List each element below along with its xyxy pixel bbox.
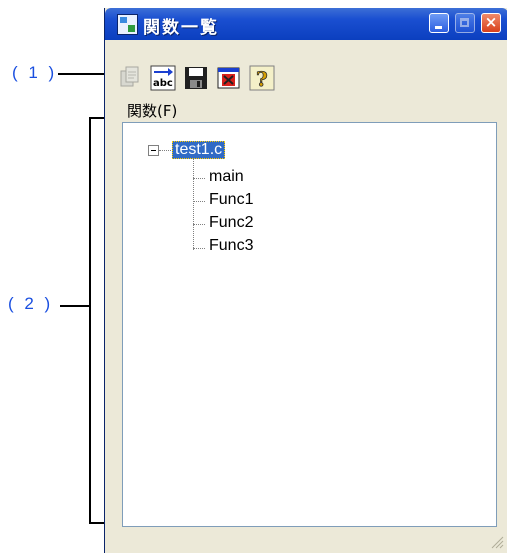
tree-connector <box>193 224 205 225</box>
tree-connector <box>193 158 194 250</box>
title-bar[interactable]: 関数一覧 × <box>105 8 507 40</box>
tree-connector <box>193 178 205 179</box>
function-list-app-icon <box>117 14 138 35</box>
callout-2-bracket-vertical <box>89 118 91 524</box>
tree-item-function[interactable]: main <box>209 168 244 186</box>
resize-grip-icon[interactable] <box>490 535 504 549</box>
help-question-icon: ? <box>249 65 275 91</box>
functions-label: 関数(F) <box>127 102 178 120</box>
tree-connector <box>159 150 171 151</box>
collapse-toggle[interactable] <box>148 145 159 156</box>
minimize-button[interactable] <box>429 13 449 33</box>
function-tree[interactable]: test1.c main Func1 Func2 Func3 <box>122 122 497 527</box>
sort-abc-icon: abc <box>150 65 176 91</box>
callout-label-2: ( 2 ) <box>8 294 54 313</box>
callout-2-leader-line <box>60 305 90 307</box>
callout-1-leader-line <box>58 73 108 75</box>
tree-connector <box>193 201 205 202</box>
minimize-icon <box>435 26 442 29</box>
tree-item-function[interactable]: Func2 <box>209 214 253 232</box>
tree-connector <box>193 248 205 249</box>
svg-text:abc: abc <box>153 78 173 89</box>
tree-root-file[interactable]: test1.c <box>172 141 226 159</box>
save-button[interactable] <box>183 65 209 91</box>
sort-button[interactable]: abc <box>150 65 176 91</box>
maximize-icon <box>460 18 469 27</box>
toolbar: abc ? <box>105 40 507 96</box>
window-title: 関数一覧 <box>143 18 219 38</box>
callout-label-1: ( 1 ) <box>12 63 58 82</box>
tree-item-function[interactable]: Func3 <box>209 237 253 255</box>
close-view-button[interactable] <box>216 65 242 91</box>
function-list-window: 関数一覧 × abc ? 関数(F) test1.c main Func1 Fu… <box>104 8 507 553</box>
tree-item-function[interactable]: Func1 <box>209 191 253 209</box>
close-icon: × <box>484 13 498 31</box>
maximize-button[interactable] <box>455 13 475 33</box>
copy-button[interactable] <box>117 65 143 91</box>
save-floppy-icon <box>185 67 207 89</box>
help-button[interactable]: ? <box>249 65 275 91</box>
close-button[interactable]: × <box>481 13 501 33</box>
copy-document-icon <box>120 66 139 87</box>
close-window-icon <box>217 67 240 89</box>
svg-text:?: ? <box>256 67 268 91</box>
